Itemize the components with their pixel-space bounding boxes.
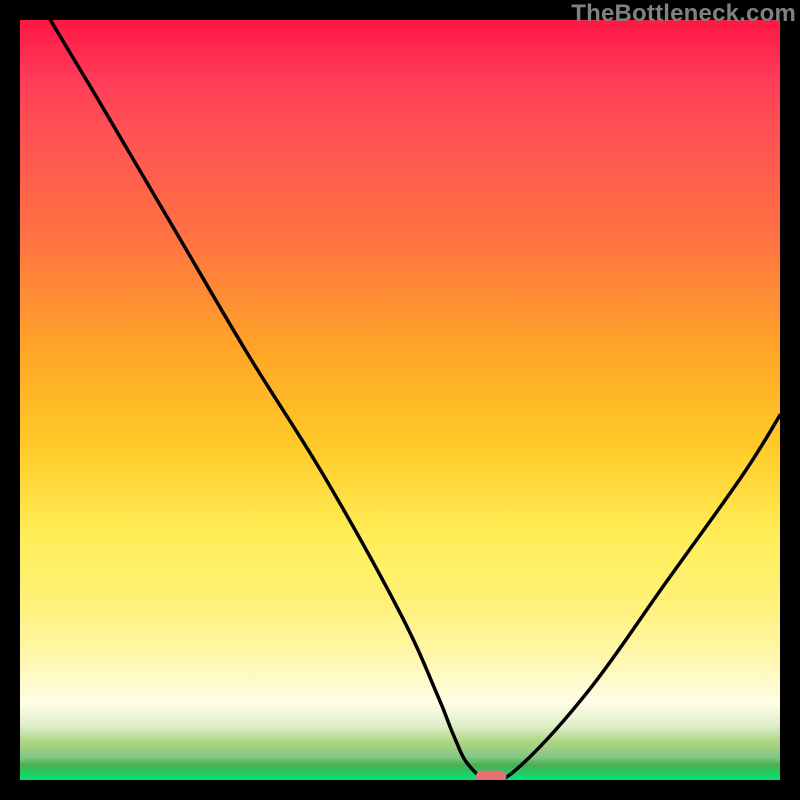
- chart-frame: [20, 20, 780, 780]
- watermark-text: TheBottleneck.com: [571, 0, 796, 28]
- plot-area: [20, 20, 780, 780]
- heat-gradient-background: [20, 20, 780, 780]
